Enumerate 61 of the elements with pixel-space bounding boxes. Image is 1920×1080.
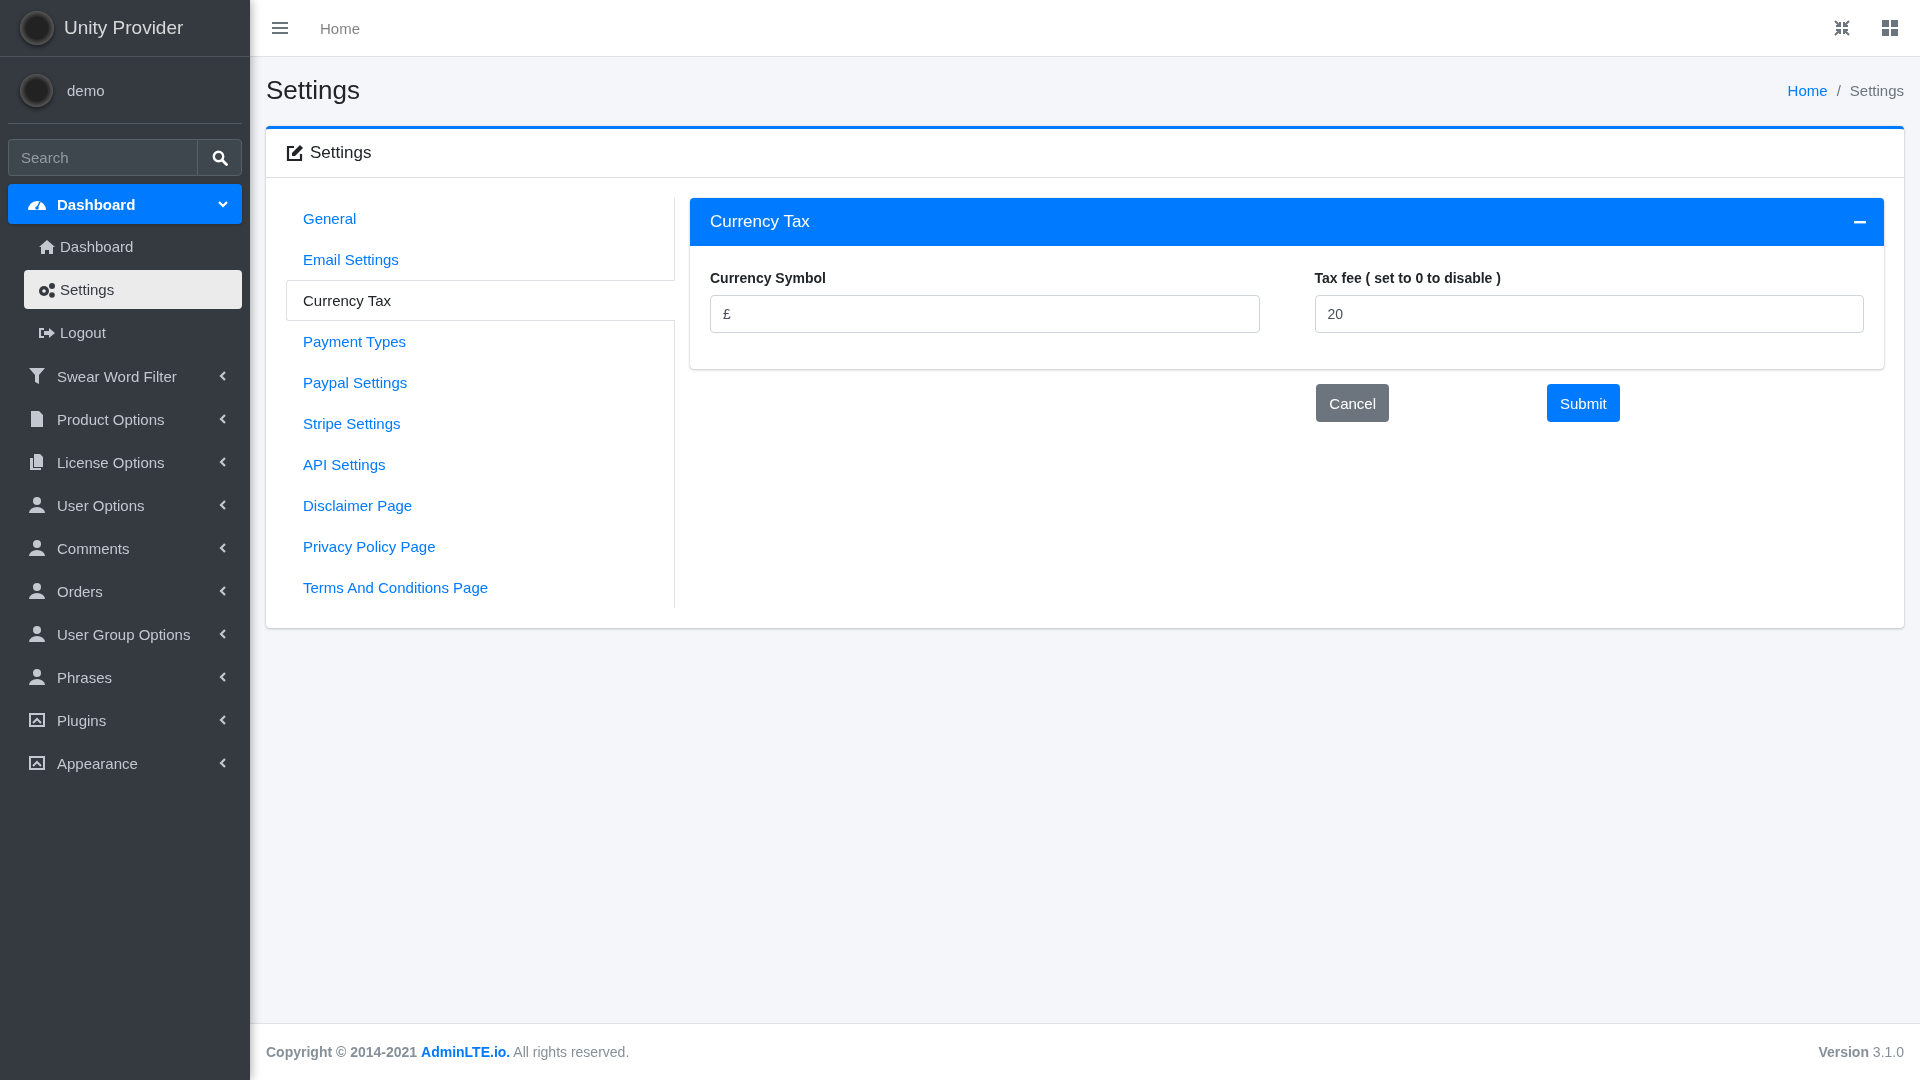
sidebar-item[interactable]: Product Options [8,399,242,439]
minus-icon [1854,220,1866,224]
search-icon [211,149,228,166]
edit-icon [286,144,304,162]
user-avatar [20,73,53,107]
user-icon [27,582,47,600]
user-name[interactable]: demo [67,81,105,99]
picture-frame-icon [27,711,47,729]
settings-tab[interactable]: Payment Types [286,321,675,362]
field-label: Tax fee ( set to 0 to disable ) [1314,270,1502,286]
brand-name[interactable]: Unity Provider [64,17,184,39]
settings-tab[interactable]: Terms And Conditions Page [286,567,675,608]
search-button[interactable] [197,139,242,176]
user-icon [27,668,47,686]
settings-tab[interactable]: Disclaimer Page [286,485,675,526]
copyright-text: Copyright © 2014-2021 AdminLTE.io. All rights reserved. [266,1044,630,1060]
sidebar-item[interactable]: Phrases [8,657,242,697]
sidebar-item[interactable]: Swear Word Filter [8,356,242,396]
sidebar-item[interactable]: Appearance [8,743,242,783]
sidebar-item[interactable]: Orders [8,571,242,611]
breadcrumb-separator: / [1836,81,1841,99]
adminlte-link[interactable]: AdminLTE.io. [421,1044,511,1060]
user-icon [27,496,47,514]
submit-button[interactable]: Submit [1547,384,1620,422]
sidebar-subitem[interactable]: Settings [24,270,242,309]
panel-title: Currency Tax [710,212,810,232]
sidebar-item[interactable]: User Options [8,485,242,525]
settings-tab[interactable]: API Settings [286,444,675,485]
settings-tab[interactable]: Currency Tax [286,280,675,321]
settings-tab[interactable]: Privacy Policy Page [286,526,675,567]
funnel-icon [27,367,47,385]
settings-tab[interactable]: Email Settings [286,239,675,280]
logo-avatar [20,11,54,45]
grid-icon[interactable] [1882,20,1898,36]
compress-icon[interactable] [1834,20,1850,36]
version-text: Version 3.1.0 [1818,1044,1904,1060]
picture-frame-icon [27,754,47,772]
settings-tab[interactable]: General [286,198,675,239]
search-field[interactable]: Search [8,139,197,176]
field-label: Currency Symbol [710,270,827,286]
input-field[interactable]: £ [710,295,1260,333]
sidebar-item[interactable]: License Options [8,442,242,482]
sidebar-subitem[interactable]: Dashboard [24,227,242,266]
breadcrumb-current: Settings [1849,81,1904,99]
sidebar-subitem[interactable]: Logout [24,313,242,352]
user-icon [27,539,47,557]
sidebar-item[interactable]: User Group Options [8,614,242,654]
user-icon [27,625,47,643]
cancel-button[interactable]: Cancel [1316,384,1389,422]
card-title: Settings [310,143,372,163]
home-icon [38,238,56,255]
breadcrumb-link[interactable]: Home [1787,81,1828,99]
sidebar-item[interactable]: Comments [8,528,242,568]
sidebar-item[interactable]: Dashboard [8,184,242,224]
page-title: Settings [266,74,360,106]
menu-icon[interactable] [272,21,288,35]
input-field[interactable]: 20 [1314,295,1864,333]
settings-tab[interactable]: Stripe Settings [286,403,675,444]
home-link[interactable]: Home [320,19,360,37]
sidebar-item[interactable]: Plugins [8,700,242,740]
settings-tab[interactable]: Paypal Settings [286,362,675,403]
